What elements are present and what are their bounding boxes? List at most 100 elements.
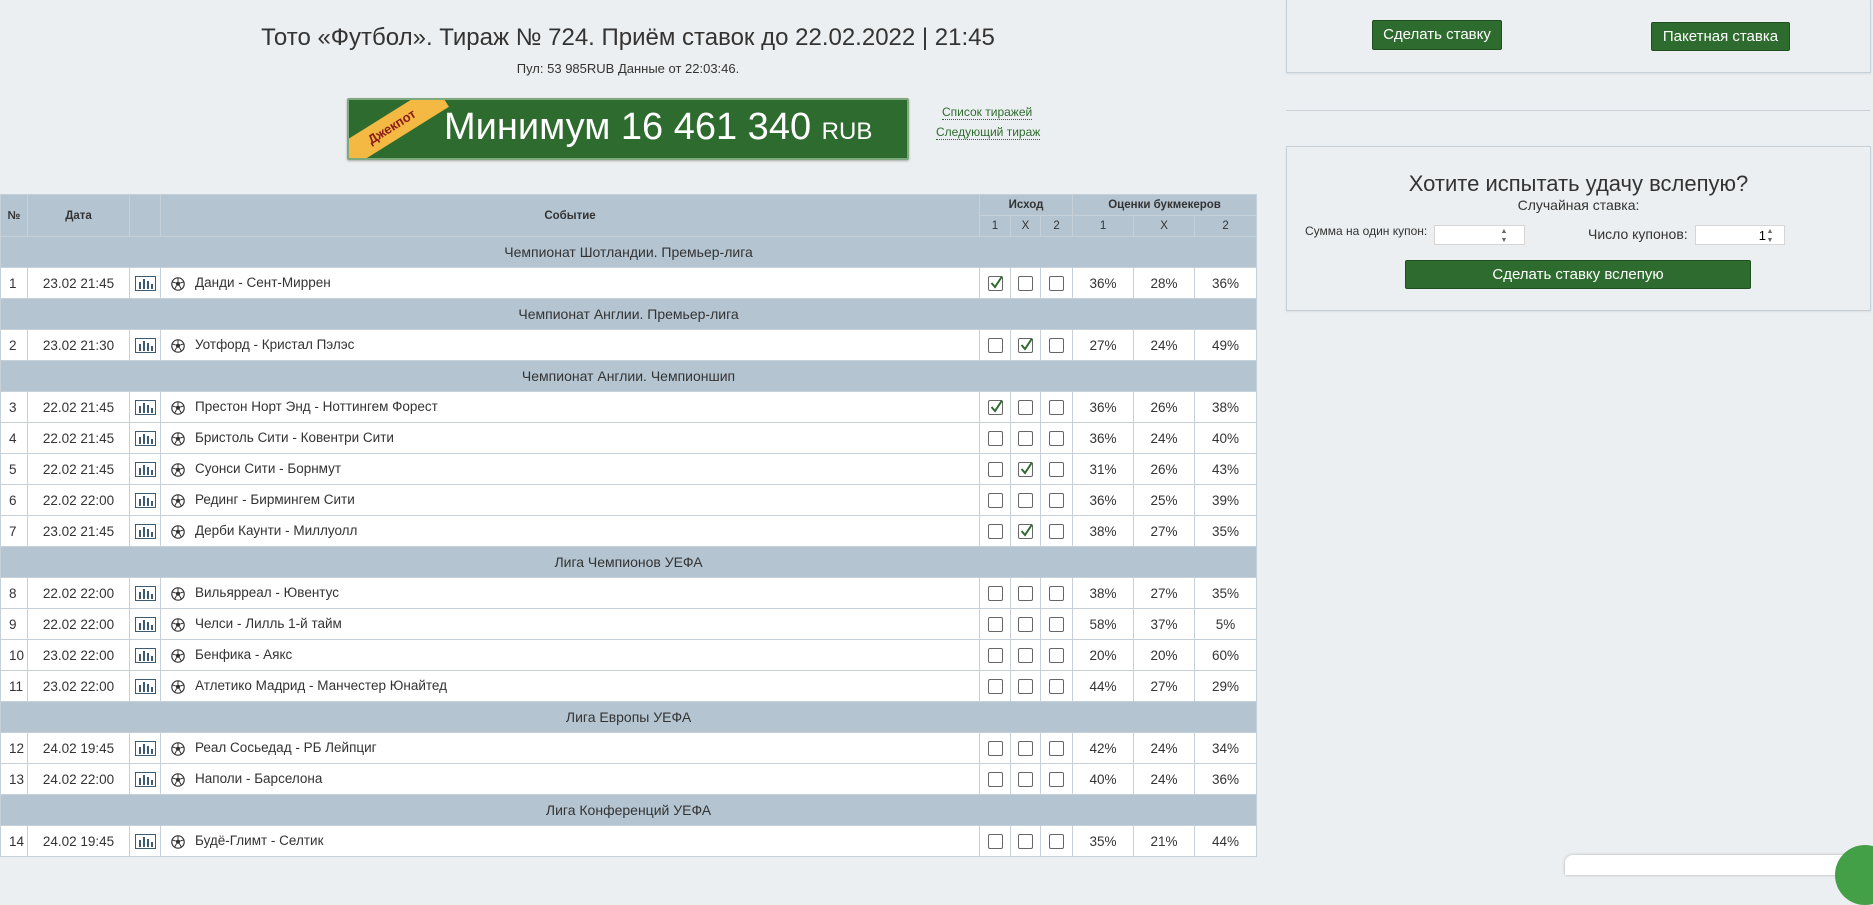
- outcome-checkbox-1[interactable]: [987, 678, 1003, 694]
- outcome-checkbox-x[interactable]: [1018, 275, 1033, 291]
- outcome-checkbox-2[interactable]: [1049, 523, 1065, 539]
- outcome-checkbox-1[interactable]: [987, 833, 1003, 849]
- outcome-checkbox-x[interactable]: [1018, 833, 1033, 849]
- bar-chart-icon[interactable]: [134, 492, 156, 508]
- bookmaker-estimate-2: 34%: [1194, 732, 1258, 764]
- match-number: 14: [0, 825, 28, 857]
- match-date: 22.02 21:45: [27, 422, 130, 454]
- outcome-checkbox-x[interactable]: [1018, 399, 1033, 415]
- bookmaker-estimate-1: 36%: [1072, 484, 1135, 516]
- bookmaker-estimate-1: 36%: [1072, 422, 1135, 454]
- event-table-body: Чемпионат Шотландии. Премьер-лига 1 23.02 …: [0, 236, 1258, 857]
- bar-chart-icon[interactable]: [134, 647, 156, 663]
- league-row: Чемпионат Шотландии. Премьер-лига: [0, 236, 1258, 268]
- make-bet-button[interactable]: Сделать ставку: [1372, 20, 1502, 50]
- coupon-spinner-icon[interactable]: ▲ ▼: [1765, 227, 1775, 245]
- outcome-checkbox-2[interactable]: [1049, 430, 1065, 446]
- outcome-checkbox-2[interactable]: [1049, 337, 1065, 353]
- bar-chart-icon[interactable]: [134, 585, 156, 601]
- outcome-checkbox-2[interactable]: [1049, 740, 1065, 756]
- outcome-cell-2: [1039, 329, 1074, 361]
- match-event-cell: Будё-Глимт - Селтик: [160, 825, 980, 857]
- outcome-checkbox-1[interactable]: [987, 771, 1003, 787]
- bar-chart-icon[interactable]: [134, 399, 156, 415]
- outcome-checkbox-1[interactable]: [987, 275, 1003, 291]
- bar-chart-icon[interactable]: [134, 275, 156, 291]
- match-row: 10 23.02 22:00 Бенфика - Аякс 20% 20% 60%: [0, 639, 1258, 671]
- outcome-checkbox-1[interactable]: [987, 647, 1003, 663]
- bookmaker-estimate-1: 38%: [1072, 515, 1135, 547]
- outcome-checkbox-x[interactable]: [1018, 678, 1033, 694]
- outcome-checkbox-1[interactable]: [987, 492, 1003, 508]
- bookmaker-estimate-2: 60%: [1194, 639, 1258, 671]
- outcome-checkbox-1[interactable]: [987, 337, 1003, 353]
- outcome-checkbox-1[interactable]: [987, 616, 1003, 632]
- outcome-cell-1: [979, 484, 1011, 516]
- match-date: 23.02 21:45: [27, 267, 130, 299]
- chat-widget-button[interactable]: [1835, 845, 1873, 905]
- bar-chart-icon[interactable]: [134, 833, 156, 849]
- outcome-checkbox-2[interactable]: [1049, 492, 1065, 508]
- amount-per-coupon-input[interactable]: [1434, 225, 1525, 245]
- bar-chart-icon[interactable]: [134, 461, 156, 477]
- match-event-name: Наполи - Барселона: [195, 771, 323, 787]
- outcome-checkbox-2[interactable]: [1049, 585, 1065, 601]
- outcome-checkbox-2[interactable]: [1049, 616, 1065, 632]
- bookmaker-estimate-1: 36%: [1072, 267, 1135, 299]
- page-title: Тото «Футбол». Тираж № 724. Приём ставок…: [261, 24, 995, 51]
- col-header-date: Дата: [27, 194, 130, 237]
- bar-chart-icon[interactable]: [134, 678, 156, 694]
- bar-chart-icon[interactable]: [134, 430, 156, 446]
- batch-bet-button[interactable]: Пакетная ставка: [1651, 22, 1790, 51]
- bookmaker-estimate-1: 40%: [1072, 763, 1135, 795]
- blind-bet-button[interactable]: Сделать ставку вслепую: [1405, 260, 1751, 289]
- next-draw-link[interactable]: Следующий тираж: [936, 125, 1041, 140]
- outcome-checkbox-x[interactable]: [1018, 461, 1033, 477]
- bookmaker-estimate-1: 35%: [1072, 825, 1135, 857]
- outcome-checkbox-x[interactable]: [1018, 492, 1033, 508]
- outcome-checkbox-x[interactable]: [1018, 585, 1033, 601]
- outcome-checkbox-x[interactable]: [1018, 647, 1033, 663]
- bookmaker-estimate-1: 42%: [1072, 732, 1135, 764]
- outcome-cell-2: [1039, 670, 1074, 702]
- match-number: 3: [0, 391, 28, 423]
- bookmaker-estimate-x: 24%: [1133, 732, 1196, 764]
- checkmark-icon: [990, 275, 1003, 289]
- amount-spinner-icon[interactable]: ▲ ▼: [1499, 227, 1509, 245]
- outcome-checkbox-2[interactable]: [1049, 461, 1065, 477]
- outcome-checkbox-1[interactable]: [987, 523, 1003, 539]
- outcome-checkbox-x[interactable]: [1018, 523, 1033, 539]
- bar-chart-icon[interactable]: [134, 616, 156, 632]
- outcome-checkbox-x[interactable]: [1018, 337, 1033, 353]
- outcome-checkbox-1[interactable]: [987, 399, 1003, 415]
- bar-chart-icon[interactable]: [134, 771, 156, 787]
- outcome-cell-1: [979, 422, 1011, 454]
- outcome-checkbox-1[interactable]: [987, 461, 1003, 477]
- chat-widget[interactable]: [1565, 855, 1865, 875]
- outcome-cell-1: [979, 329, 1011, 361]
- match-number: 13: [0, 763, 28, 795]
- outcome-checkbox-2[interactable]: [1049, 678, 1065, 694]
- bookmaker-estimate-x: 27%: [1133, 577, 1196, 609]
- outcome-checkbox-2[interactable]: [1049, 771, 1065, 787]
- bar-chart-icon[interactable]: [134, 523, 156, 539]
- outcome-checkbox-1[interactable]: [987, 430, 1003, 446]
- match-event-cell: Бенфика - Аякс: [160, 639, 980, 671]
- outcome-cell-1: [979, 608, 1011, 640]
- bar-chart-icon[interactable]: [134, 337, 156, 353]
- outcome-checkbox-1[interactable]: [987, 585, 1003, 601]
- outcome-checkbox-2[interactable]: [1049, 647, 1065, 663]
- draw-list-link[interactable]: Список тиражей: [942, 105, 1033, 120]
- outcome-checkbox-2[interactable]: [1049, 275, 1065, 291]
- outcome-checkbox-2[interactable]: [1049, 399, 1065, 415]
- outcome-checkbox-x[interactable]: [1018, 740, 1033, 756]
- bookmaker-estimate-2: 49%: [1194, 329, 1258, 361]
- match-number: 4: [0, 422, 28, 454]
- outcome-checkbox-x[interactable]: [1018, 771, 1033, 787]
- outcome-checkbox-2[interactable]: [1049, 833, 1065, 849]
- outcome-checkbox-x[interactable]: [1018, 616, 1033, 632]
- match-stats-cell: [129, 825, 161, 857]
- outcome-checkbox-1[interactable]: [987, 740, 1003, 756]
- outcome-checkbox-x[interactable]: [1018, 430, 1033, 446]
- bar-chart-icon[interactable]: [134, 740, 156, 756]
